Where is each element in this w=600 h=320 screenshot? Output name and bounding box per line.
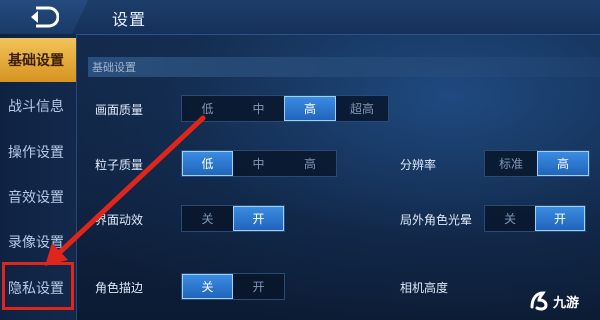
watermark: 九游 bbox=[528, 290, 579, 312]
annotation-arrow-icon bbox=[45, 115, 206, 266]
watermark-text: 九游 bbox=[553, 295, 580, 311]
jiuyou-logo-icon bbox=[530, 291, 548, 311]
